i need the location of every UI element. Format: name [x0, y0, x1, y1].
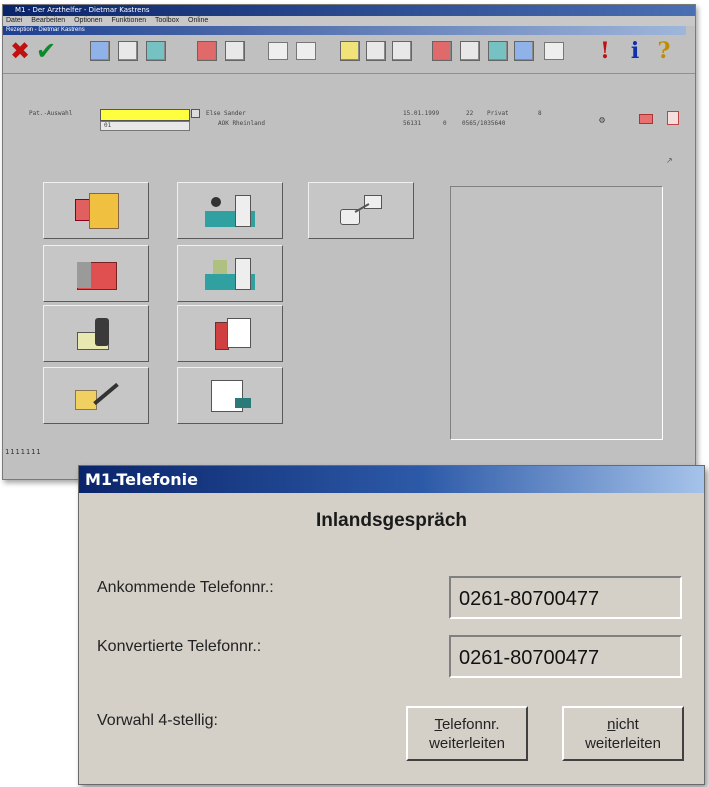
- documents-icon: [205, 316, 255, 352]
- patient-status: Privat: [487, 110, 509, 117]
- forward-number-button[interactable]: Telefonnr. weiterleiten: [406, 706, 528, 761]
- incoming-number-label: Ankommende Telefonnr.:: [97, 579, 274, 596]
- chart-icon[interactable]: [224, 40, 246, 62]
- module-treatment-button[interactable]: [177, 245, 283, 302]
- patient-zip: 56131: [403, 120, 422, 127]
- red-folder-icon: [71, 256, 121, 292]
- stamp-icon[interactable]: [487, 40, 509, 62]
- document-icon[interactable]: [459, 40, 481, 62]
- app-menubar: Datei Bearbeiten Optionen Funktionen Too…: [3, 16, 695, 26]
- flag-icon[interactable]: [639, 114, 653, 124]
- patient-infobar: Pat.-Auswahl 01 Else Sander AOK Rheinlan…: [3, 105, 695, 133]
- module-checklist-button[interactable]: [177, 367, 283, 424]
- module-reception-button[interactable]: [177, 182, 283, 239]
- menu-toolbox[interactable]: Toolbox: [155, 17, 179, 24]
- module-folder-button[interactable]: [43, 245, 149, 302]
- help-icon[interactable]: ?: [653, 38, 675, 64]
- forward-line1: elefonnr.: [441, 715, 500, 733]
- noforward-line1: icht: [615, 715, 639, 733]
- treatment-icon: [205, 256, 255, 292]
- dialog-heading: Inlandsgespräch: [316, 510, 467, 531]
- patient-date: 15.01.1999: [403, 110, 440, 117]
- print-icon[interactable]: [89, 40, 111, 62]
- child-window-titlebar: Rezeption - Dietmar Kastrens: [3, 26, 686, 35]
- menu-online[interactable]: Online: [188, 17, 208, 24]
- menu-datei[interactable]: Datei: [6, 17, 22, 24]
- alert-icon[interactable]: !: [594, 38, 616, 64]
- folder-icon[interactable]: [295, 40, 317, 62]
- menu-funktionen[interactable]: Funktionen: [111, 17, 146, 24]
- vorwahl-label: Vorwahl 4-stellig:: [97, 712, 218, 729]
- network-phone-icon: [336, 193, 386, 229]
- preview-icon[interactable]: [117, 40, 139, 62]
- patient-search-input[interactable]: [100, 109, 190, 121]
- patient-insurance: AOK Rheinland: [218, 120, 265, 127]
- menu-optionen[interactable]: Optionen: [74, 17, 102, 24]
- module-edit-button[interactable]: [43, 367, 149, 424]
- calculator-icon[interactable]: [543, 40, 565, 62]
- sort-icon[interactable]: [365, 40, 387, 62]
- checklist-icon: [205, 378, 255, 414]
- forward-line2: weiterleiten: [429, 734, 505, 752]
- patient-phone: 0565/1035640: [462, 120, 506, 127]
- info-icon[interactable]: i: [624, 38, 646, 64]
- noforward-line2: weiterleiten: [585, 734, 661, 752]
- list-icon[interactable]: [339, 40, 361, 62]
- patient-code2: 8: [538, 110, 542, 117]
- pen-hand-icon: [71, 378, 121, 414]
- module-fax-button[interactable]: [43, 305, 149, 362]
- gear-icon[interactable]: ⚙: [599, 115, 605, 126]
- note-icon[interactable]: [667, 111, 679, 125]
- image-icon[interactable]: [145, 40, 167, 62]
- module-network-button[interactable]: [308, 182, 414, 239]
- cancel-x-icon[interactable]: ✖: [9, 37, 31, 65]
- telefonie-dialog: M1-Telefonie Inlandsgespräch Ankommende …: [78, 465, 705, 785]
- menu-bearbeiten[interactable]: Bearbeiten: [31, 17, 65, 24]
- preview-panel: [450, 186, 663, 440]
- forward-number-label: Telefonnr. weiterleiten: [429, 715, 505, 753]
- module-patientdata-button[interactable]: [43, 182, 149, 239]
- signature-icon[interactable]: [513, 40, 535, 62]
- module-documents-button[interactable]: [177, 305, 283, 362]
- incoming-number-field[interactable]: 0261-80700477: [449, 576, 682, 619]
- calendar-icon[interactable]: [196, 40, 218, 62]
- main-app-window: M1 - Der Arzthelfer - Dietmar Kastrens D…: [2, 4, 696, 480]
- patient-code1: 22: [466, 110, 474, 117]
- forward-mnemonic: T: [434, 715, 442, 733]
- noforward-mnemonic: n: [607, 715, 616, 733]
- fax-machine-icon: [71, 316, 121, 352]
- app-titlebar: M1 - Der Arzthelfer - Dietmar Kastrens: [3, 5, 695, 16]
- patient-name: Else Sander: [206, 110, 246, 117]
- document-red-icon[interactable]: [431, 40, 453, 62]
- toolbar: ✖ ✔ ! i ?: [3, 36, 695, 74]
- dropdown-arrow-icon[interactable]: [191, 109, 200, 118]
- do-not-forward-label: nicht weiterleiten: [585, 715, 661, 753]
- folder-open-icon[interactable]: [267, 40, 289, 62]
- status-bar: 1111111: [5, 448, 42, 456]
- converted-number-label: Konvertierte Telefonnr.:: [97, 638, 262, 655]
- patient-field-label: Pat.-Auswahl: [29, 110, 73, 117]
- converted-number-field[interactable]: 0261-80700477: [449, 635, 682, 678]
- patient-card-icon: [71, 192, 121, 229]
- dialog-title: M1-Telefonie: [79, 466, 704, 493]
- patient-sub-value: 01: [104, 122, 112, 129]
- patient-sub-field[interactable]: 01: [100, 121, 190, 131]
- ok-check-icon[interactable]: ✔: [35, 37, 57, 65]
- do-not-forward-button[interactable]: nicht weiterleiten: [562, 706, 684, 761]
- export-icon[interactable]: [391, 40, 413, 62]
- patient-code3: 0: [443, 120, 447, 127]
- reception-desk-icon: [205, 193, 255, 229]
- resize-arrow-icon[interactable]: ↗: [666, 156, 673, 165]
